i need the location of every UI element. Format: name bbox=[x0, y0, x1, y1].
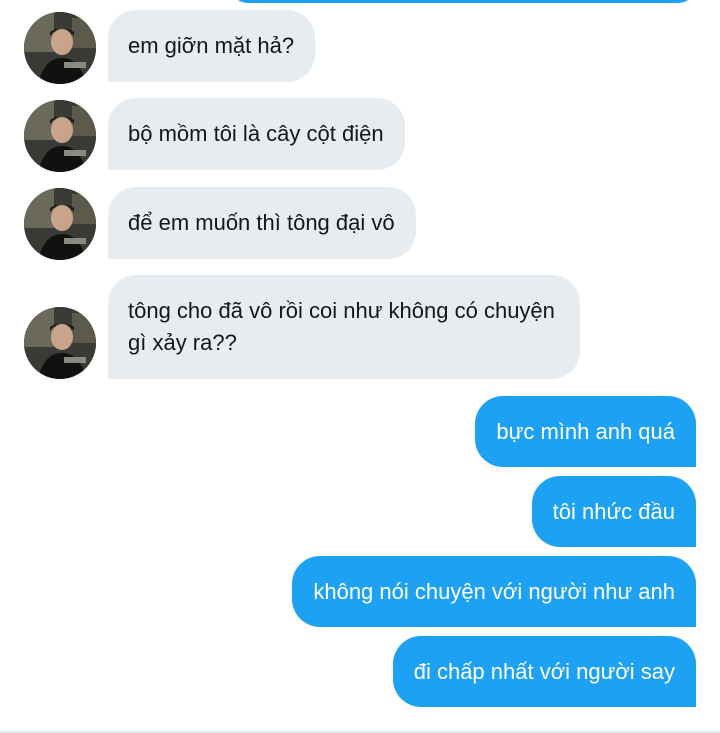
outgoing-message-bubble[interactable]: đi chấp nhất với người say bbox=[392, 636, 696, 707]
sender-avatar[interactable] bbox=[24, 12, 96, 84]
sender-avatar[interactable] bbox=[24, 188, 96, 260]
incoming-message-bubble[interactable]: bộ mồm tôi là cây cột điện bbox=[108, 98, 405, 170]
outgoing-message-bubble-partial[interactable] bbox=[230, 0, 696, 3]
message-text: không nói chuyện với người như anh bbox=[313, 579, 675, 604]
outgoing-message-bubble[interactable]: bực mình anh quá bbox=[475, 396, 696, 467]
incoming-message-bubble[interactable]: tông cho đã vô rồi coi như không có chuy… bbox=[108, 275, 580, 379]
message-text: để em muốn thì tông đại vô bbox=[128, 210, 395, 235]
message-text: bực mình anh quá bbox=[496, 419, 675, 444]
message-text: đi chấp nhất với người say bbox=[413, 659, 675, 684]
message-text: bộ mồm tôi là cây cột điện bbox=[128, 121, 384, 146]
profile-photo-icon bbox=[24, 307, 96, 379]
outgoing-message-bubble[interactable]: tôi nhức đầu bbox=[531, 476, 696, 547]
incoming-message-bubble[interactable]: để em muốn thì tông đại vô bbox=[108, 187, 416, 259]
message-text: tông cho đã vô rồi coi như không có chuy… bbox=[128, 298, 555, 355]
sender-avatar[interactable] bbox=[24, 100, 96, 172]
dm-conversation: em giỡn mặt hả? bộ mồm tôi là cây cột đi… bbox=[0, 0, 720, 733]
message-text: em giỡn mặt hả? bbox=[128, 33, 295, 58]
message-text: tôi nhức đầu bbox=[552, 499, 675, 524]
profile-photo-icon bbox=[24, 188, 96, 260]
profile-photo-icon bbox=[24, 100, 96, 172]
sender-avatar[interactable] bbox=[24, 307, 96, 379]
incoming-message-bubble[interactable]: em giỡn mặt hả? bbox=[108, 10, 316, 82]
profile-photo-icon bbox=[24, 12, 96, 84]
outgoing-message-bubble[interactable]: không nói chuyện với người như anh bbox=[292, 556, 696, 627]
